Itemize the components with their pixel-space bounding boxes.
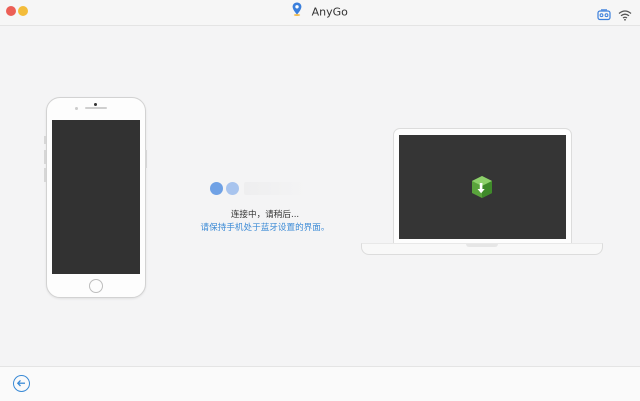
laptop-base [361,243,603,255]
laptop-illustration [393,128,572,244]
phone-side-button [44,150,46,164]
phone-side-button [44,168,46,182]
phone-speaker [85,107,107,109]
laptop-notch [466,244,498,247]
app-name: AnyGo [311,5,348,19]
window-title: AnyGo [0,2,640,21]
footer-bar [0,366,640,401]
connection-hint-text: 请保持手机处于蓝牙设置的界面。 [200,223,330,233]
loading-track [244,182,306,195]
device-icon[interactable] [597,6,611,25]
laptop-screen [399,135,566,239]
wifi-icon[interactable] [618,6,632,25]
back-button[interactable] [13,375,30,392]
connection-status-text: 连接中，请稍后... [230,210,300,220]
location-pin-icon [292,2,302,21]
phone-side-button [44,136,46,144]
title-bar: AnyGo [0,0,640,26]
iphone-illustration [44,97,147,298]
phone-screen [52,120,140,274]
phone-side-button [145,150,147,168]
download-box-icon [470,175,494,203]
phone-home-button [89,279,103,293]
loading-indicator [210,182,306,196]
app-window: AnyGo 连接中，请稍后... 请保持手机处于蓝牙设置的界面。 [0,0,640,401]
loading-dot [210,182,223,195]
phone-camera [94,103,97,106]
arrow-left-icon [16,379,25,387]
phone-sensor [75,107,78,110]
loading-dot [226,182,239,195]
